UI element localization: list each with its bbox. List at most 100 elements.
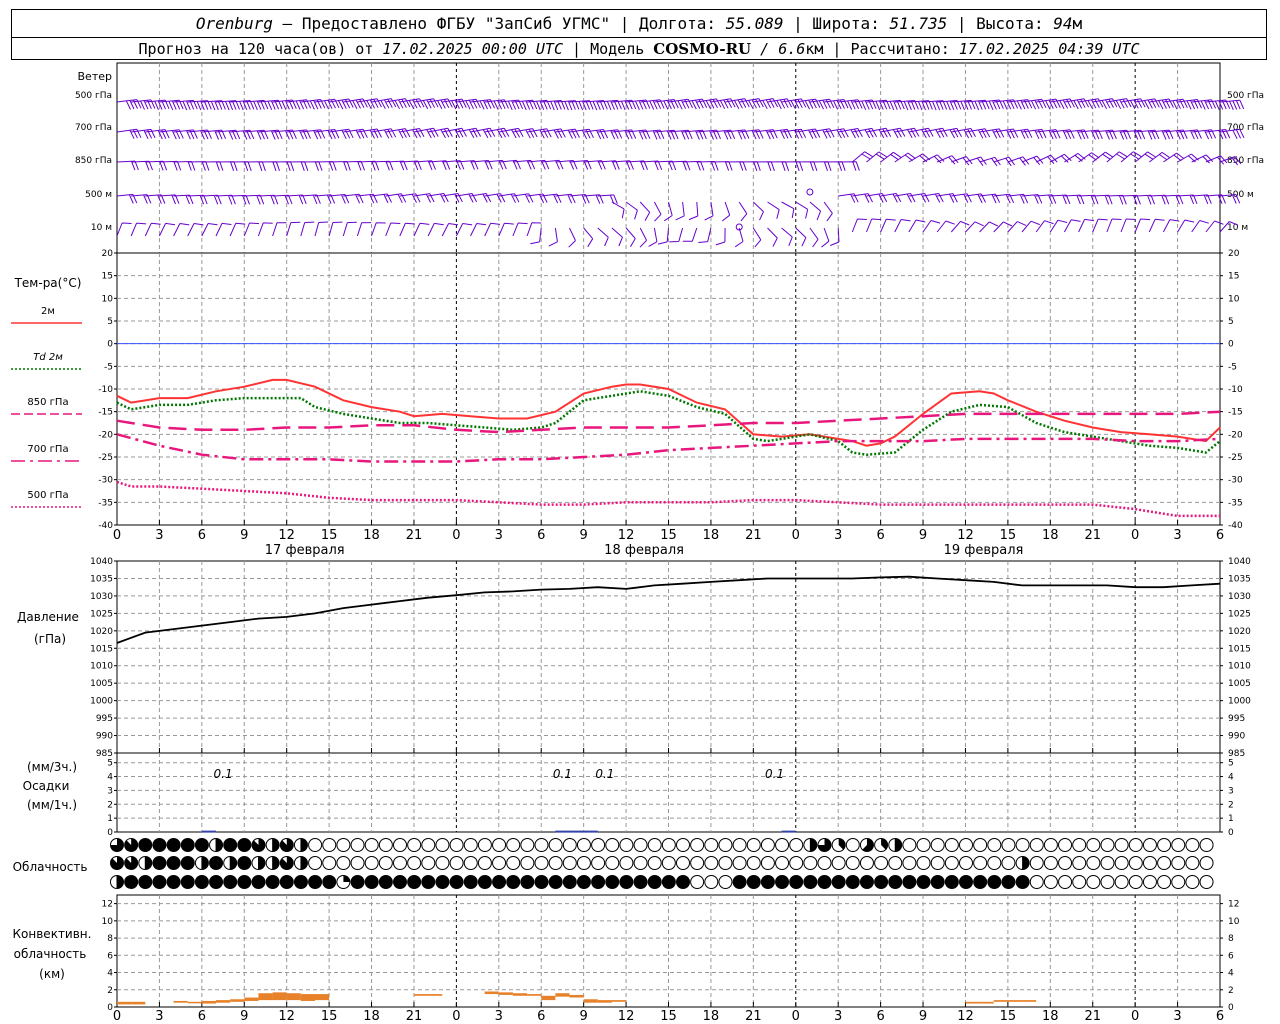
wind-barb [809, 227, 819, 248]
cloud-mid [1128, 856, 1143, 870]
cloud-low-fill [931, 875, 945, 889]
wind-barb [682, 227, 698, 242]
cloud-mid-fill [237, 856, 251, 870]
wind-barb [1135, 98, 1160, 110]
cloud-high [746, 838, 761, 852]
cloud-high [322, 838, 337, 852]
conv-xtick: 18 [703, 1009, 720, 1024]
wind-barb [721, 201, 731, 222]
wind-level-left: 700 гПа [75, 123, 112, 133]
cloud-mid [1100, 856, 1115, 870]
temp-ytick-right: 15 [1228, 272, 1239, 282]
cloud-high-fill [167, 838, 181, 852]
wind-barb [357, 128, 382, 139]
cloud-mid-fill [124, 856, 138, 870]
wind-barb [824, 128, 849, 139]
wind-barb [795, 128, 821, 139]
cloud-mid [1171, 856, 1186, 870]
prec-value-label: 0.1 [595, 767, 614, 781]
pres-ytick-right: 1030 [1228, 592, 1251, 602]
wind-barb [1063, 219, 1081, 233]
conv-xtick: 15 [321, 1009, 338, 1024]
temp-legend-label: 850 гПа [27, 397, 68, 408]
temp-ytick-left: -40 [98, 521, 113, 531]
cloud-low-fill [747, 875, 761, 889]
wind-barb [1106, 151, 1128, 163]
cloud-high [1058, 838, 1073, 852]
temp-xtick: 3 [834, 528, 842, 543]
cloud-low-fill [280, 875, 294, 889]
cloud-low-fill [902, 875, 916, 889]
conv-ytick-left: 8 [107, 934, 113, 944]
conv-ytick-left: 2 [107, 986, 113, 996]
cloud-low-fill [648, 875, 662, 889]
cloud-high [1043, 838, 1058, 852]
cloud-low [1086, 875, 1101, 889]
cloud-high [393, 838, 407, 852]
wind-barb [1148, 218, 1165, 233]
temp-ytick-left: 0 [107, 340, 113, 350]
conv-bar [428, 994, 443, 996]
wind-barb [1177, 194, 1198, 205]
conv-xtick: 9 [919, 1009, 927, 1024]
prec-bar [201, 830, 216, 833]
wind-barb [428, 193, 449, 203]
prec-ytick-right: 4 [1228, 773, 1234, 783]
wind-barb [1092, 151, 1114, 163]
cloud-high [364, 838, 379, 852]
prec-ytick-right: 0 [1228, 828, 1234, 838]
cloud-mid [831, 856, 846, 870]
prec-ytick-left: 3 [107, 786, 113, 796]
cloud-mid [378, 856, 393, 870]
wind-barb [455, 223, 473, 237]
wind-barb [1120, 218, 1136, 233]
conv-bar [187, 1001, 202, 1004]
prec-bar [781, 830, 796, 833]
cloud-low-fill [577, 875, 591, 889]
cloud-mid-fill [272, 856, 280, 870]
wind-barb [951, 193, 972, 203]
day-label: 19 февраля [944, 543, 1024, 558]
pres-ytick-right: 1000 [1228, 697, 1251, 707]
pres-ytick-left: 990 [96, 732, 113, 742]
pres-ytick-right: 1015 [1228, 644, 1251, 654]
cloud-high [647, 838, 662, 852]
temp-xtick: 12 [618, 528, 635, 543]
conv-xtick: 0 [1131, 1009, 1139, 1024]
wind-barb [371, 222, 386, 237]
cloud-low-fill [343, 875, 350, 882]
wind-barb [1064, 98, 1090, 110]
wind-barb [880, 127, 906, 139]
wind-barb [1078, 218, 1095, 233]
cloud-high [534, 838, 549, 852]
cloud-high [718, 838, 733, 852]
cloud-low-fill [450, 875, 464, 889]
pres-ytick-left: 1010 [90, 662, 113, 672]
cloud-mid [775, 856, 790, 870]
cloud-low-fill [761, 875, 775, 889]
cloud-mid [407, 856, 422, 870]
temp-ytick-left: -10 [98, 385, 113, 395]
cloud-high [845, 838, 860, 852]
cloud-low-fill [1016, 875, 1030, 889]
wind-barb [1219, 99, 1245, 111]
prec-title: Осадки [23, 779, 70, 793]
conv-xtick: 6 [876, 1009, 884, 1024]
wind-barb [1092, 98, 1118, 110]
wind-barb [611, 201, 625, 219]
cloud-low-fill [252, 875, 265, 889]
meteogram-chart: Ветер 500 гПа 500 гПа 700 гПа 700 гПа 850 гПа… [11, 62, 1264, 1024]
cloud-low [1114, 875, 1129, 889]
temp-ytick-right: 10 [1228, 294, 1240, 304]
wind-level-left: 500 м [85, 190, 112, 200]
wind-barb [272, 194, 293, 205]
pres-ytick-left: 1040 [90, 557, 113, 567]
wind-barb [484, 127, 510, 139]
temp-xtick: 15 [321, 528, 338, 543]
conv-xtick: 12 [278, 1009, 295, 1024]
wind-level-left: 500 гПа [75, 91, 112, 101]
cloud-low-fill [351, 875, 365, 889]
temp-ytick-right: 20 [1228, 249, 1240, 259]
cloud-low-fill [803, 875, 817, 889]
cloud-mid [591, 856, 606, 870]
